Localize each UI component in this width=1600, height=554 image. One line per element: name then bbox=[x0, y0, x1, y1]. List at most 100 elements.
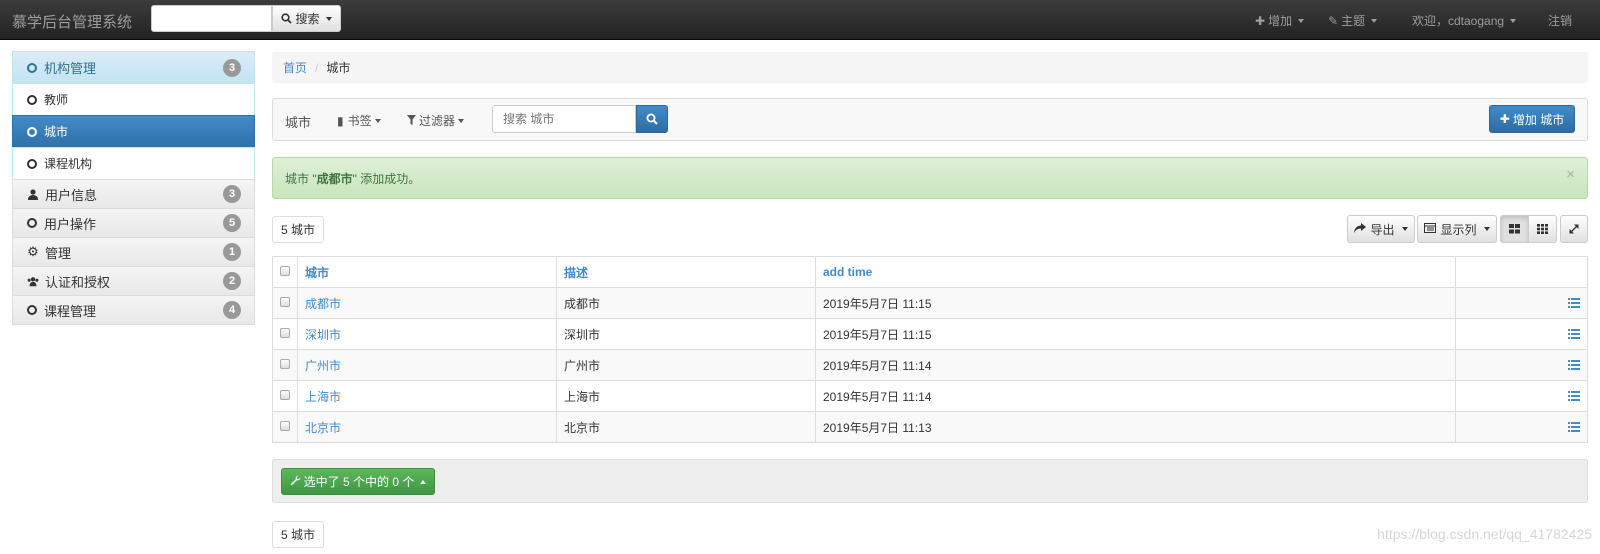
export-button[interactable]: 导出 bbox=[1347, 215, 1415, 243]
add-city-button[interactable]: ✚ 增加 城市 bbox=[1489, 105, 1575, 133]
column-header-city[interactable]: 城市 bbox=[297, 256, 557, 288]
list-toolbar: 城市 ▮书签 过滤器 ✚增加 城市 bbox=[272, 98, 1588, 141]
city-name-link[interactable]: 深圳市 bbox=[297, 318, 557, 350]
row-checkbox[interactable] bbox=[280, 328, 290, 338]
filters-menu[interactable]: 过滤器 bbox=[407, 112, 465, 129]
grid-small-icon bbox=[1537, 224, 1548, 234]
theme-menu[interactable]: ✎ 主题 bbox=[1328, 12, 1378, 29]
columns-button[interactable]: 显示列 bbox=[1417, 215, 1497, 243]
city-desc-cell: 深圳市 bbox=[556, 318, 816, 350]
sidebar-item-teacher[interactable]: 教师 bbox=[12, 83, 255, 116]
table-header-row: 城市 描述 add time bbox=[272, 256, 1588, 288]
welcome-label: 欢迎，cdtaogang bbox=[1412, 14, 1505, 28]
list-icon[interactable] bbox=[1568, 422, 1580, 432]
brand-title[interactable]: 慕学后台管理系统 bbox=[12, 11, 132, 32]
city-desc-cell: 北京市 bbox=[556, 411, 816, 443]
city-name-link[interactable]: 成都市 bbox=[297, 287, 557, 319]
view-large-grid-button[interactable] bbox=[1500, 215, 1529, 243]
watermark-text: https://blog.csdn.net/qq_41782425 bbox=[1377, 526, 1592, 542]
logout-label: 注销 bbox=[1548, 14, 1573, 28]
search-icon bbox=[281, 13, 293, 24]
sidebar-item-label: 教师 bbox=[44, 93, 69, 107]
breadcrumb-home[interactable]: 首页 bbox=[283, 59, 307, 76]
circle-icon bbox=[27, 62, 37, 73]
sidebar-group-org[interactable]: 机构管理 3 bbox=[12, 51, 255, 84]
city-time-cell: 2019年5月7日 11:13 bbox=[815, 411, 1456, 443]
result-count-label: 城市 bbox=[291, 223, 316, 237]
list-icon[interactable] bbox=[1568, 329, 1580, 339]
user-menu[interactable]: 欢迎，cdtaogang bbox=[1412, 12, 1517, 29]
circle-icon bbox=[27, 158, 37, 169]
city-name-link[interactable]: 北京市 bbox=[297, 411, 557, 443]
column-header-actions bbox=[1455, 256, 1588, 288]
sidebar-item-course-org[interactable]: 课程机构 bbox=[12, 147, 255, 180]
close-icon[interactable]: × bbox=[1566, 166, 1575, 183]
sidebar-group-admin[interactable]: ⚙ 管理 1 bbox=[12, 237, 255, 267]
top-navbar: 慕学后台管理系统 搜索 ✚ 增加 ✎ 主题 欢迎，cdtaogang 注销 bbox=[0, 0, 1600, 40]
table-row: 广州市 广州市 2019年5月7日 11:14 bbox=[272, 349, 1588, 381]
chevron-down-icon bbox=[1298, 18, 1305, 23]
select-all-cell bbox=[272, 256, 298, 288]
city-name-link[interactable]: 广州市 bbox=[297, 349, 557, 381]
sidebar-group-user-info[interactable]: 用户信息 3 bbox=[12, 179, 255, 209]
chevron-down-icon bbox=[1483, 227, 1490, 231]
fullscreen-button[interactable] bbox=[1560, 215, 1588, 243]
global-search-input[interactable] bbox=[151, 5, 272, 32]
row-checkbox[interactable] bbox=[280, 297, 290, 307]
sidebar-group-course[interactable]: 课程管理 4 bbox=[12, 295, 255, 325]
result-count-number: 5 bbox=[281, 527, 288, 542]
columns-icon bbox=[1424, 222, 1437, 236]
list-icon[interactable] bbox=[1568, 391, 1580, 401]
sidebar-item-city[interactable]: 城市 bbox=[12, 115, 255, 148]
plus-icon: ✚ bbox=[1255, 13, 1266, 28]
city-time-cell: 2019年5月7日 11:15 bbox=[815, 287, 1456, 319]
logout-link[interactable]: 注销 bbox=[1548, 12, 1572, 29]
city-time-cell: 2019年5月7日 11:14 bbox=[815, 349, 1456, 381]
chevron-up-icon bbox=[420, 479, 427, 484]
row-checkbox[interactable] bbox=[280, 390, 290, 400]
sidebar-group-user-ops[interactable]: 用户操作 5 bbox=[12, 208, 255, 238]
search-icon bbox=[646, 113, 658, 125]
plus-icon: ✚ bbox=[1499, 112, 1510, 126]
alert-prefix: 城市 " bbox=[285, 171, 317, 186]
sidebar-group-label: 机构管理 bbox=[44, 61, 97, 76]
view-small-grid-button[interactable] bbox=[1528, 215, 1557, 243]
count-badge: 1 bbox=[223, 243, 241, 261]
list-icon[interactable] bbox=[1568, 298, 1580, 308]
count-badge: 4 bbox=[223, 301, 241, 319]
sidebar-group-label: 用户操作 bbox=[44, 216, 97, 232]
column-header-desc[interactable]: 描述 bbox=[556, 256, 816, 288]
alert-object-name: 成都市 bbox=[316, 171, 353, 186]
city-name-link[interactable]: 上海市 bbox=[297, 380, 557, 412]
filters-label: 过滤器 bbox=[419, 114, 456, 128]
search-input[interactable] bbox=[492, 105, 636, 133]
sidebar-group-label: 管理 bbox=[45, 245, 72, 261]
city-time-cell: 2019年5月7日 11:15 bbox=[815, 318, 1456, 350]
global-search-button[interactable]: 搜索 bbox=[272, 5, 341, 32]
table-row: 北京市 北京市 2019年5月7日 11:13 bbox=[272, 411, 1588, 443]
result-count-label: 城市 bbox=[291, 528, 316, 542]
add-menu[interactable]: ✚ 增加 bbox=[1255, 12, 1305, 29]
result-count: 5 城市 bbox=[272, 216, 325, 243]
bulk-action-bar: 选中了 5 个中的 0 个 bbox=[272, 459, 1588, 503]
add-city-label: 增加 城市 bbox=[1512, 112, 1565, 127]
bulk-action-button[interactable]: 选中了 5 个中的 0 个 bbox=[281, 468, 435, 495]
row-checkbox[interactable] bbox=[280, 421, 290, 431]
table-row: 上海市 上海市 2019年5月7日 11:14 bbox=[272, 380, 1588, 412]
breadcrumb: 首页 / 城市 bbox=[272, 52, 1588, 83]
bookmarks-label: 书签 bbox=[347, 114, 372, 128]
sidebar-group-label: 课程管理 bbox=[44, 303, 97, 319]
toolbar-title: 城市 bbox=[285, 115, 312, 130]
search-button[interactable] bbox=[636, 105, 668, 133]
city-desc-cell: 上海市 bbox=[556, 380, 816, 412]
select-all-checkbox[interactable] bbox=[280, 266, 290, 276]
row-actions-cell bbox=[1455, 380, 1588, 412]
bookmarks-menu[interactable]: ▮ 书签 bbox=[337, 112, 381, 129]
list-icon[interactable] bbox=[1568, 360, 1580, 370]
chevron-down-icon bbox=[1371, 18, 1378, 23]
row-checkbox[interactable] bbox=[280, 359, 290, 369]
sidebar-item-label: 课程机构 bbox=[44, 157, 93, 171]
gear-icon: ⚙ bbox=[27, 244, 39, 259]
column-header-add-time[interactable]: add time bbox=[815, 256, 1456, 288]
sidebar-group-auth[interactable]: 认证和授权 2 bbox=[12, 266, 255, 296]
